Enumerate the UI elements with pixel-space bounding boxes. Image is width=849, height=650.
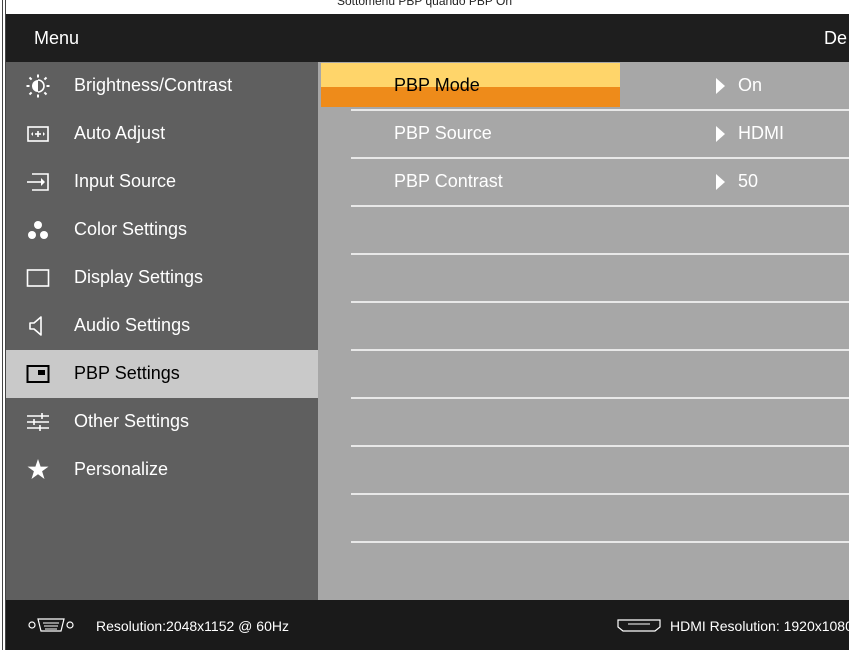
brightness-icon: [26, 74, 50, 98]
sidebar-item-label: Color Settings: [74, 219, 188, 239]
figure-caption: Sottomenu PBP quando PBP On: [336, 0, 512, 8]
menu-title: Menu: [34, 28, 80, 48]
sidebar-item-auto-adjust[interactable]: Auto Adjust: [6, 110, 318, 158]
arrow-right-icon: [716, 126, 725, 142]
row-divider: [351, 397, 849, 399]
sidebar-item-pbp-settings[interactable]: PBP Settings: [6, 350, 318, 398]
sidebar-item-label: Brightness/Contrast: [74, 75, 233, 95]
sidebar-item-personalize[interactable]: Personalize: [6, 446, 318, 494]
option-pbp-mode[interactable]: PBP Mode On: [318, 62, 849, 110]
hdmi-resolution-text: HDMI Resolution: 1920x1080: [670, 618, 849, 634]
row-divider: [351, 541, 849, 543]
star-icon: [27, 459, 49, 479]
row-divider: [351, 349, 849, 351]
sidebar-item-label: Personalize: [74, 459, 169, 479]
option-value: 50: [738, 171, 759, 191]
pbp-icon: [26, 365, 50, 383]
option-label: PBP Contrast: [394, 171, 503, 191]
submenu-panel: PBP Mode On PBP Source HDMI PBP Contrast…: [318, 62, 849, 600]
sidebar-item-label: Display Settings: [74, 267, 204, 287]
option-pbp-contrast[interactable]: PBP Contrast 50: [318, 158, 849, 206]
option-pbp-source[interactable]: PBP Source HDMI: [318, 110, 849, 158]
sidebar-item-label: Input Source: [74, 171, 177, 191]
sidebar-item-other-settings[interactable]: Other Settings: [6, 398, 318, 446]
sidebar-item-input-source[interactable]: Input Source: [6, 158, 318, 206]
sidebar-item-label: PBP Settings: [74, 363, 180, 383]
input-source-icon: [27, 173, 49, 191]
header-right-text: De: [824, 28, 848, 48]
row-divider: [351, 301, 849, 303]
sidebar-item-display-settings[interactable]: Display Settings: [6, 254, 318, 302]
option-label: PBP Source: [394, 123, 492, 143]
option-value: On: [738, 75, 763, 95]
sidebar-item-label: Other Settings: [74, 411, 190, 431]
sidebar-item-audio-settings[interactable]: Audio Settings: [6, 302, 318, 350]
status-bar: Resolution:2048x1152 @ 60Hz HDMI Resolut…: [6, 600, 849, 650]
auto-adjust-icon: [27, 126, 49, 142]
row-divider: [351, 253, 849, 255]
row-divider: [351, 493, 849, 495]
color-settings-icon: [28, 221, 48, 239]
sidebar-item-label: Audio Settings: [74, 315, 191, 335]
speaker-icon: [29, 316, 42, 336]
display-settings-icon: [26, 269, 50, 287]
hdmi-connector-icon: [617, 619, 661, 632]
osd-menu: Menu De Brightness/Contrast Auto Adjust …: [6, 14, 849, 650]
sliders-icon: [27, 413, 49, 431]
sidebar-item-label: Auto Adjust: [74, 123, 166, 143]
option-label: PBP Mode: [394, 75, 480, 95]
arrow-right-icon: [716, 174, 725, 190]
sidebar: Brightness/Contrast Auto Adjust Input So…: [6, 62, 318, 600]
page-top-margin: Sottomenu PBP quando PBP On: [0, 0, 849, 14]
option-value: HDMI: [738, 123, 784, 143]
resolution-text: Resolution:2048x1152 @ 60Hz: [96, 618, 289, 634]
vga-connector-icon: [28, 618, 74, 632]
sidebar-item-color-settings[interactable]: Color Settings: [6, 206, 318, 254]
arrow-right-icon: [716, 78, 725, 94]
sidebar-item-brightness-contrast[interactable]: Brightness/Contrast: [6, 62, 318, 110]
osd-header: Menu De: [6, 14, 849, 62]
row-divider: [351, 445, 849, 447]
